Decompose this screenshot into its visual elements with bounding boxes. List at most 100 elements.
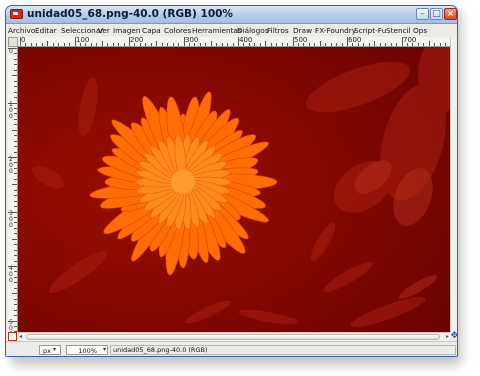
chevron-down-icon: ▾ bbox=[102, 346, 106, 353]
ruler-h-label: 700 bbox=[403, 37, 417, 44]
ruler-tick bbox=[14, 162, 17, 164]
ruler-v-label: 400 bbox=[9, 265, 13, 284]
vertical-ruler[interactable]: 0 100 200 300 400 500 bbox=[8, 47, 18, 332]
menu-archivo[interactable]: Archivo bbox=[8, 26, 35, 35]
navigate-icon[interactable]: ✥ bbox=[450, 332, 457, 341]
close-button[interactable]: × bbox=[444, 8, 457, 20]
scroll-left-icon[interactable]: ◂ bbox=[19, 333, 22, 340]
zoom-select[interactable]: 100% ▾ bbox=[66, 345, 108, 355]
ruler-h-label: 400 bbox=[239, 37, 253, 44]
menu-ver[interactable]: Ver bbox=[98, 26, 110, 35]
ruler-tick bbox=[183, 37, 185, 46]
horizontal-scrollbar[interactable]: ◂ ▸ bbox=[18, 332, 450, 341]
ruler-tick bbox=[423, 43, 425, 46]
ruler-tick bbox=[428, 41, 430, 46]
menu-script-fu[interactable]: Script-Fu bbox=[354, 26, 386, 35]
ruler-h-label: 300 bbox=[185, 37, 199, 44]
ruler-tick bbox=[232, 43, 234, 46]
ruler-tick bbox=[14, 206, 17, 208]
ruler-tick bbox=[14, 151, 17, 153]
menu-dialogos[interactable]: Diálogos bbox=[237, 26, 269, 35]
title-bar[interactable]: unidad05_68.png-40.0 (RGB) 100% – □ × bbox=[6, 6, 457, 24]
menu-draw[interactable]: Draw bbox=[293, 26, 312, 35]
ruler-tick bbox=[52, 43, 54, 46]
ruler-corner-button[interactable] bbox=[8, 37, 18, 47]
menu-capa[interactable]: Capa bbox=[142, 26, 161, 35]
quick-mask-icon[interactable] bbox=[8, 332, 17, 341]
ruler-tick bbox=[308, 43, 310, 46]
ruler-tick bbox=[14, 309, 17, 311]
scroll-thumb[interactable] bbox=[26, 334, 440, 340]
menu-herramientas[interactable]: Herramientas bbox=[192, 26, 242, 35]
ruler-tick bbox=[134, 43, 136, 46]
maximize-button[interactable]: □ bbox=[430, 8, 443, 20]
vertical-scrollbar[interactable] bbox=[450, 37, 457, 332]
ruler-tick bbox=[352, 43, 354, 46]
ruler-tick bbox=[14, 64, 17, 66]
ruler-tick bbox=[178, 43, 180, 46]
ruler-tick bbox=[297, 43, 299, 46]
ruler-tick bbox=[12, 129, 17, 131]
horizontal-ruler[interactable]: 0 100 200 300 400 500 600 700 bbox=[18, 37, 450, 47]
ruler-tick bbox=[406, 43, 408, 46]
ruler-tick bbox=[8, 48, 17, 49]
ruler-tick bbox=[14, 140, 17, 142]
ruler-tick bbox=[172, 43, 174, 46]
ruler-tick bbox=[210, 41, 212, 46]
ruler-tick bbox=[14, 325, 17, 327]
menu-bar: Archivo Editar Seleccionar Ver Imagen Ca… bbox=[6, 24, 457, 37]
ruler-tick bbox=[14, 86, 17, 88]
ruler-tick bbox=[276, 43, 278, 46]
close-icon: × bbox=[446, 9, 455, 19]
menu-colores[interactable]: Colores bbox=[164, 26, 191, 35]
ruler-tick bbox=[118, 43, 120, 46]
ruler-tick bbox=[14, 249, 17, 251]
ruler-tick bbox=[216, 43, 218, 46]
ruler-tick bbox=[265, 41, 267, 46]
ruler-tick bbox=[14, 113, 17, 115]
ruler-tick bbox=[47, 41, 49, 46]
gimp-app-icon[interactable] bbox=[10, 9, 23, 19]
unit-select[interactable]: px ▾ bbox=[39, 345, 61, 355]
ruler-tick bbox=[14, 189, 17, 191]
ruler-tick bbox=[90, 43, 92, 46]
ruler-tick bbox=[243, 43, 245, 46]
menu-imagen[interactable]: Imagen bbox=[113, 26, 140, 35]
menu-editar[interactable]: Editar bbox=[35, 26, 57, 35]
ruler-tick bbox=[227, 43, 229, 46]
ruler-tick bbox=[12, 238, 17, 240]
ruler-tick bbox=[85, 43, 87, 46]
menu-fx-foundry[interactable]: FX-Foundry bbox=[315, 26, 356, 35]
ruler-tick bbox=[390, 43, 392, 46]
image-canvas[interactable] bbox=[18, 47, 450, 332]
menu-seleccionar[interactable]: Seleccionar bbox=[61, 26, 103, 35]
ruler-tick bbox=[25, 43, 27, 46]
ruler-tick bbox=[14, 53, 17, 55]
ruler-tick bbox=[14, 233, 17, 235]
ruler-tick bbox=[341, 43, 343, 46]
ruler-tick bbox=[14, 107, 17, 109]
ruler-tick bbox=[129, 37, 130, 46]
ruler-tick bbox=[363, 43, 365, 46]
minimize-button[interactable]: – bbox=[416, 8, 429, 20]
ruler-tick bbox=[292, 37, 294, 46]
ruler-tick bbox=[12, 75, 17, 77]
maximize-icon: □ bbox=[432, 9, 441, 19]
menu-stencil-ops[interactable]: Stencil Ops bbox=[386, 26, 427, 35]
ruler-tick bbox=[347, 37, 348, 46]
ruler-tick bbox=[205, 43, 207, 46]
ruler-tick bbox=[161, 43, 163, 46]
scroll-right-icon[interactable]: ▸ bbox=[446, 333, 449, 340]
ruler-tick bbox=[12, 184, 17, 186]
ruler-tick bbox=[336, 43, 338, 46]
ruler-tick bbox=[14, 135, 17, 137]
ruler-tick bbox=[368, 43, 370, 46]
ruler-tick bbox=[156, 41, 158, 46]
window-title: unidad05_68.png-40.0 (RGB) 100% bbox=[27, 8, 233, 20]
ruler-tick bbox=[30, 43, 32, 46]
menu-filtros[interactable]: Filtros bbox=[267, 26, 289, 35]
ruler-tick bbox=[374, 41, 376, 46]
ruler-tick bbox=[412, 43, 414, 46]
ruler-tick bbox=[281, 43, 283, 46]
ruler-tick bbox=[14, 80, 17, 82]
